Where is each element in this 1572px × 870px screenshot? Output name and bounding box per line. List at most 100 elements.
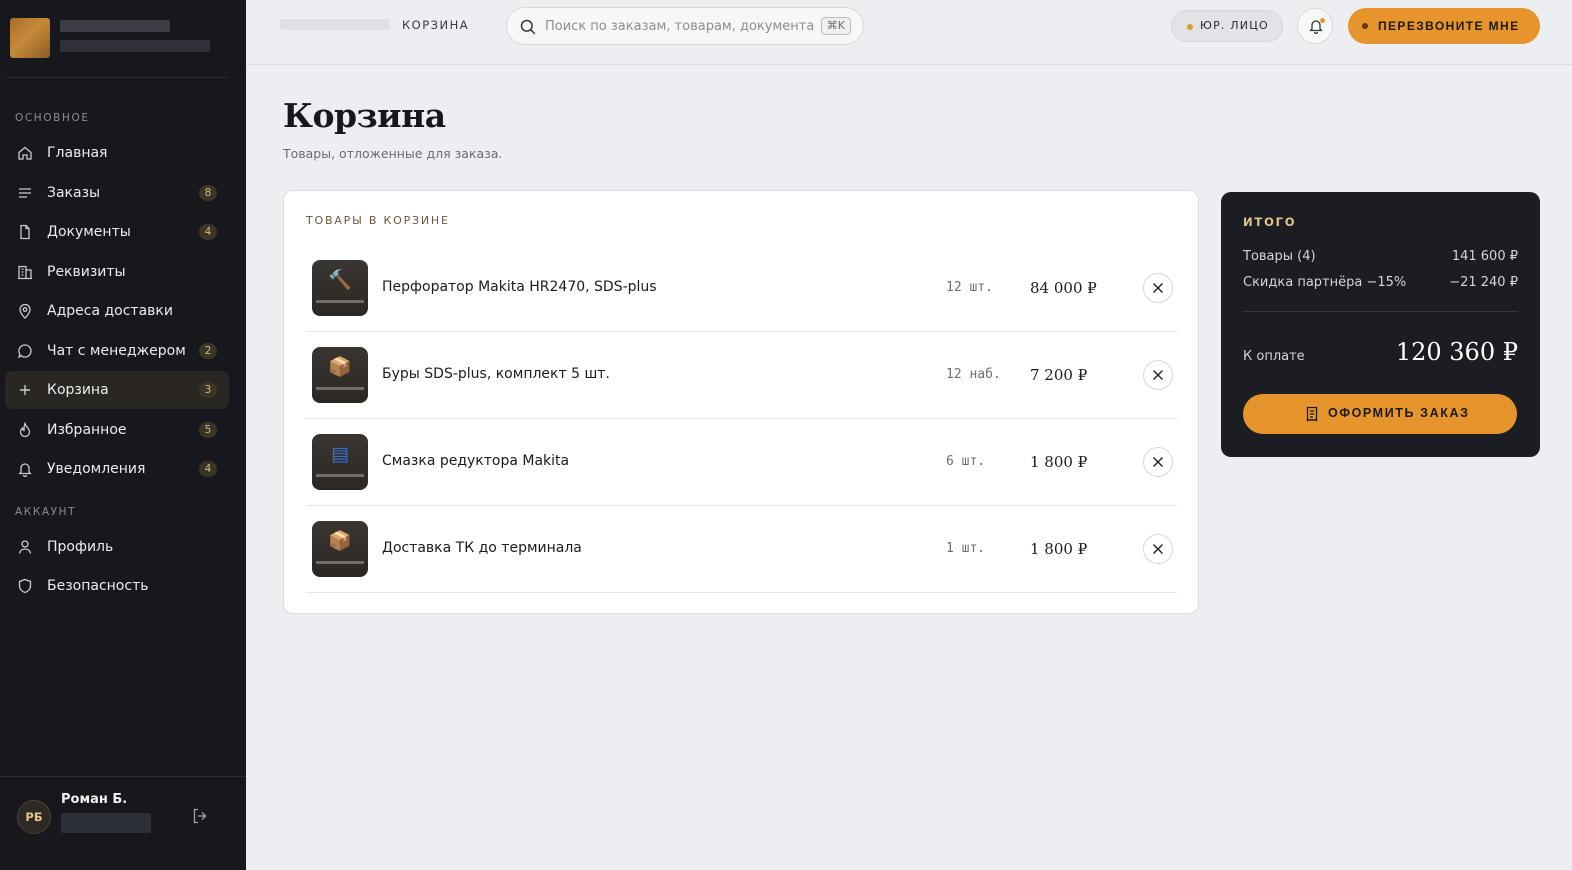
item-name[interactable]: Буры SDS-plus, комплект 5 шт.	[382, 366, 610, 382]
user-icon	[17, 539, 33, 555]
legal-entity-label: ЮР. ЛИЦО	[1200, 19, 1269, 32]
brand-subtitle-redacted	[60, 40, 210, 52]
sidebar-item-home[interactable]: Главная	[5, 134, 229, 172]
sidebar-item-notifications[interactable]: Уведомления 4	[5, 450, 229, 488]
close-icon	[1153, 370, 1163, 380]
summary-heading: ИТОГО	[1243, 215, 1297, 229]
item-quantity: 12 наб.	[946, 367, 1001, 382]
sidebar-item-documents[interactable]: Документы 4	[5, 213, 229, 251]
count-badge: 8	[199, 185, 217, 201]
search-box[interactable]: ⌘K	[506, 7, 864, 45]
count-badge: 4	[199, 461, 217, 477]
sidebar-item-label: Уведомления	[47, 461, 146, 477]
remove-item-button[interactable]	[1143, 447, 1173, 477]
close-icon	[1153, 457, 1163, 467]
sidebar-item-label: Документы	[47, 224, 131, 240]
summary-discount-line: Скидка партнёра −15% −21 240 ₽	[1243, 275, 1518, 290]
notification-dot	[1320, 18, 1325, 23]
summary-discount-label: Скидка партнёра −15%	[1243, 275, 1407, 290]
sidebar-item-requisites[interactable]: Реквизиты	[5, 253, 229, 291]
topbar: КОРЗИНА ⌘K ЮР. ЛИЦО ПЕРЕЗВОНИТЕ МНЕ	[246, 0, 1572, 65]
count-badge: 3	[199, 382, 217, 398]
item-quantity: 12 шт.	[946, 280, 993, 295]
cart-row: 📦 Доставка ТК до терминала 1 шт. 1 800 ₽	[306, 506, 1177, 593]
sidebar-item-label: Профиль	[47, 539, 114, 555]
user-block: РБ Роман Б.	[0, 776, 246, 870]
sidebar-item-label: Адреса доставки	[47, 303, 173, 319]
product-thumbnail[interactable]: 🔨	[312, 260, 368, 316]
item-price: 84 000 ₽	[1030, 279, 1097, 297]
section-label-main: ОСНОВНОЕ	[15, 112, 90, 124]
item-price: 1 800 ₽	[1030, 540, 1088, 558]
remove-item-button[interactable]	[1143, 534, 1173, 564]
thumbnail-caption	[316, 561, 364, 564]
sidebar-item-label: Безопасность	[47, 578, 149, 594]
sidebar-item-label: Главная	[47, 145, 108, 161]
search-input[interactable]	[545, 16, 813, 36]
callback-button[interactable]: ПЕРЕЗВОНИТЕ МНЕ	[1348, 8, 1540, 44]
summary-goods-label: Товары (4)	[1243, 249, 1316, 264]
section-label-account: АККАУНТ	[15, 506, 77, 518]
search-icon	[519, 18, 537, 36]
page-subtitle: Товары, отложенные для заказа.	[283, 146, 503, 161]
can-icon: ▤	[331, 443, 349, 465]
plus-icon	[17, 382, 33, 398]
brand[interactable]	[10, 18, 230, 62]
sidebar-item-addresses[interactable]: Адреса доставки	[5, 292, 229, 330]
item-name[interactable]: Перфоратор Makita HR2470, SDS-plus	[382, 279, 657, 295]
box-icon: 📦	[328, 530, 352, 552]
brand-name-redacted	[60, 20, 170, 32]
notifications-button[interactable]	[1297, 8, 1333, 44]
breadcrumb-current: КОРЗИНА	[402, 18, 470, 32]
thumbnail-caption	[316, 474, 364, 477]
search-shortcut-hint: ⌘K	[820, 17, 851, 35]
summary-goods-value: 141 600 ₽	[1451, 249, 1518, 264]
flame-icon	[17, 422, 33, 438]
thumbnail-caption	[316, 387, 364, 390]
bell-icon	[17, 461, 33, 477]
product-thumbnail[interactable]: ▤	[312, 434, 368, 490]
cart-row: 🔨 Перфоратор Makita HR2470, SDS-plus 12 …	[306, 245, 1177, 332]
summary-discount-value: −21 240 ₽	[1449, 275, 1518, 290]
callback-label: ПЕРЕЗВОНИТЕ МНЕ	[1378, 19, 1520, 33]
breadcrumb-redacted[interactable]	[280, 19, 390, 30]
product-thumbnail[interactable]: 📦	[312, 521, 368, 577]
sidebar-item-label: Чат с менеджером	[47, 343, 186, 359]
status-dot	[1187, 24, 1193, 30]
sidebar-item-label: Избранное	[47, 422, 127, 438]
item-name[interactable]: Доставка ТК до терминала	[382, 540, 582, 556]
box-icon: 📦	[328, 356, 352, 378]
sidebar-item-security[interactable]: Безопасность	[5, 567, 229, 605]
brand-logo	[10, 18, 50, 58]
sidebar-item-chat[interactable]: Чат с менеджером 2	[5, 332, 229, 370]
remove-item-button[interactable]	[1143, 360, 1173, 390]
item-price: 7 200 ₽	[1030, 366, 1088, 384]
sidebar-item-orders[interactable]: Заказы 8	[5, 174, 229, 212]
sidebar-item-label: Корзина	[47, 382, 109, 398]
logout-icon[interactable]	[191, 807, 209, 825]
sidebar-item-profile[interactable]: Профиль	[5, 528, 229, 566]
checkout-button[interactable]: ОФОРМИТЬ ЗАКАЗ	[1243, 394, 1517, 434]
building-icon	[17, 264, 33, 280]
hammer-icon: 🔨	[328, 269, 352, 291]
home-icon	[17, 145, 33, 161]
avatar[interactable]: РБ	[17, 800, 51, 834]
status-dot	[1362, 23, 1368, 29]
document-icon	[17, 224, 33, 240]
cart-panel: ТОВАРЫ В КОРЗИНЕ 🔨 Перфоратор Makita HR2…	[283, 190, 1199, 614]
order-summary-panel: ИТОГО Товары (4) 141 600 ₽ Скидка партнё…	[1221, 192, 1540, 457]
sidebar: ОСНОВНОЕ Главная Заказы 8 Документы 4 Ре…	[0, 0, 246, 870]
remove-item-button[interactable]	[1143, 273, 1173, 303]
sidebar-item-label: Реквизиты	[47, 264, 126, 280]
checkout-label: ОФОРМИТЬ ЗАКАЗ	[1328, 406, 1470, 420]
cart-heading: ТОВАРЫ В КОРЗИНЕ	[306, 214, 450, 227]
legal-entity-toggle[interactable]: ЮР. ЛИЦО	[1171, 10, 1283, 42]
summary-goods-line: Товары (4) 141 600 ₽	[1243, 249, 1518, 264]
item-quantity: 1 шт.	[946, 541, 986, 556]
page-title: Корзина	[283, 96, 446, 135]
item-name[interactable]: Смазка редуктора Makita	[382, 453, 569, 469]
close-icon	[1153, 283, 1163, 293]
product-thumbnail[interactable]: 📦	[312, 347, 368, 403]
sidebar-item-favorites[interactable]: Избранное 5	[5, 411, 229, 449]
sidebar-item-cart[interactable]: Корзина 3	[5, 371, 229, 409]
